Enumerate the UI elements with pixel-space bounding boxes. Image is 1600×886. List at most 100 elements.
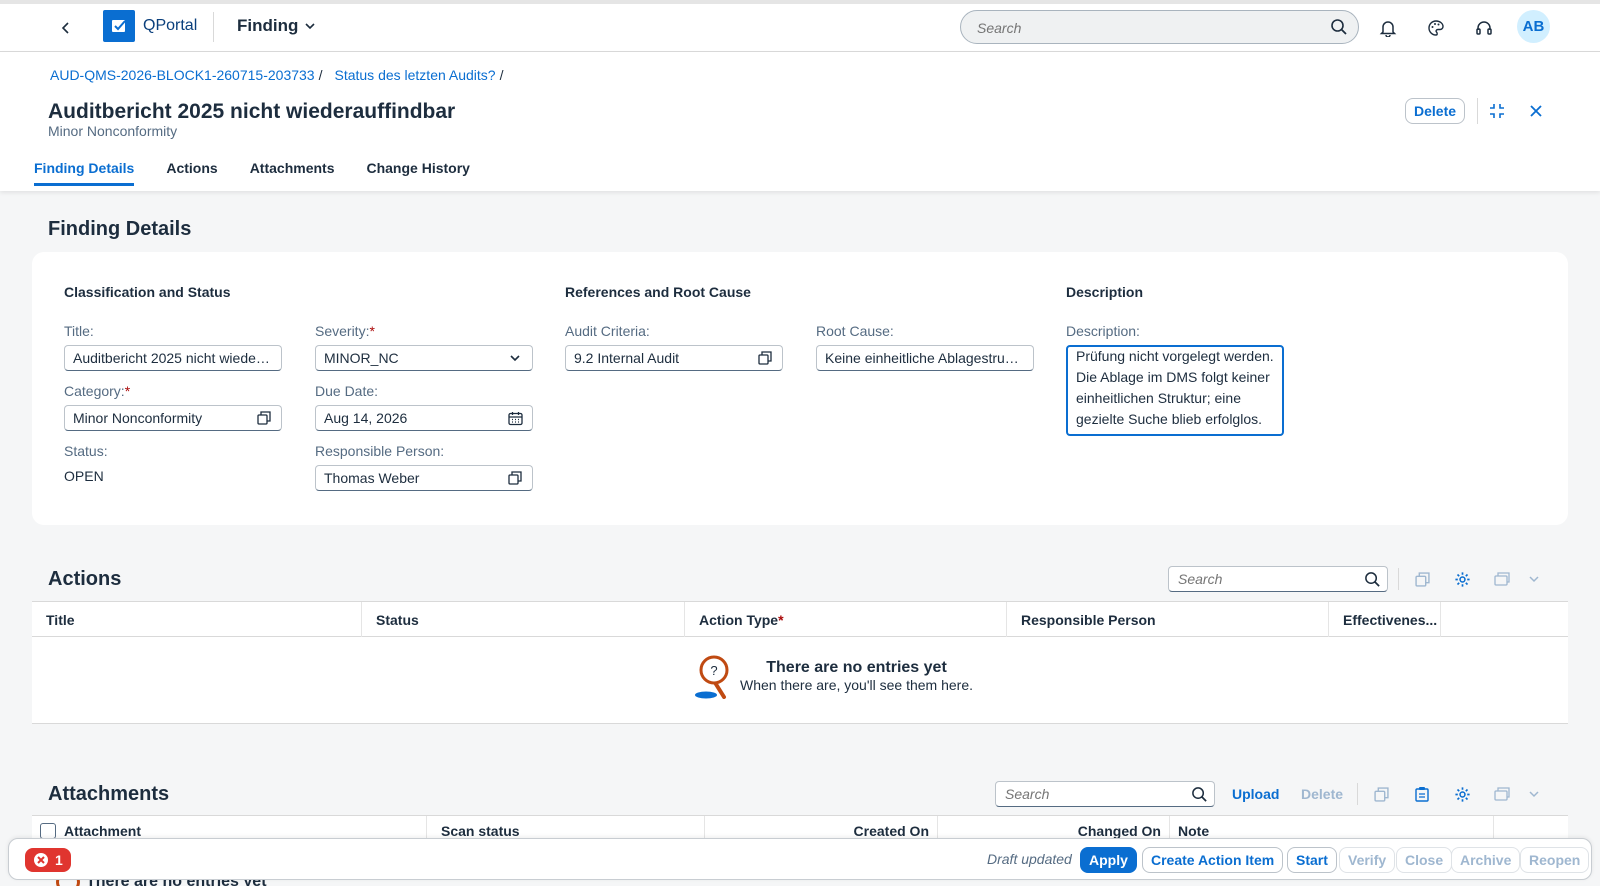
- column-action-type[interactable]: Action Type *: [685, 602, 1007, 638]
- tab-finding-details[interactable]: Finding Details: [34, 160, 135, 186]
- error-icon: [34, 853, 48, 867]
- app-logo[interactable]: [103, 10, 135, 42]
- close-finding-button[interactable]: Close: [1396, 847, 1453, 873]
- description-label: Description:: [1066, 323, 1140, 339]
- actions-table-body: ? There are no entries yet When there ar…: [32, 637, 1568, 724]
- required-marker: *: [124, 383, 131, 399]
- value-help-icon[interactable]: [506, 469, 524, 487]
- actions-title: Actions: [48, 568, 122, 590]
- support-button[interactable]: [1468, 12, 1500, 44]
- toolbar-divider: [1357, 783, 1358, 805]
- description-textarea[interactable]: 2025 konnte während der Prüfung nicht vo…: [1066, 345, 1284, 436]
- search-icon[interactable]: [1364, 571, 1381, 588]
- logo-icon: [112, 20, 126, 32]
- due-date-picker[interactable]: Aug 14, 2026: [315, 405, 533, 431]
- title-value: Auditbericht 2025 nicht wiederauffindbar: [73, 350, 273, 366]
- verify-button[interactable]: Verify: [1339, 847, 1396, 873]
- shell-search: [960, 10, 1359, 44]
- gear-icon: [1454, 571, 1470, 587]
- actions-copy-button[interactable]: [1409, 566, 1435, 592]
- export-icon: [1494, 787, 1510, 801]
- breadcrumb-link-question[interactable]: Status des letzten Audits?: [334, 67, 495, 83]
- references-group-title: References and Root Cause: [565, 284, 751, 300]
- tab-change-history[interactable]: Change History: [366, 160, 469, 186]
- actions-export-menu[interactable]: [1521, 566, 1547, 592]
- responsible-field[interactable]: Thomas Weber: [315, 465, 533, 491]
- attachments-export-button[interactable]: [1489, 781, 1515, 807]
- title-label: Title:: [64, 323, 94, 339]
- header-divider: [1477, 98, 1478, 124]
- error-message-button[interactable]: 1: [25, 848, 71, 872]
- calendar-icon[interactable]: [506, 409, 524, 427]
- column-title[interactable]: Title: [32, 602, 362, 638]
- start-button[interactable]: Start: [1287, 847, 1337, 873]
- palette-icon: [1428, 20, 1444, 36]
- tab-bar: Finding Details Actions Attachments Chan…: [34, 160, 470, 186]
- attachments-search: [995, 781, 1215, 807]
- search-icon[interactable]: [1330, 18, 1348, 36]
- title-field[interactable]: Auditbericht 2025 nicht wiederauffindbar: [64, 345, 282, 371]
- breadcrumb-link-audit[interactable]: AUD-QMS-2026-BLOCK1-260715-203733: [50, 67, 315, 83]
- app-title-menu[interactable]: Finding: [237, 16, 316, 36]
- chevron-down-icon: [1529, 791, 1539, 798]
- exit-fullscreen-icon: [1490, 104, 1504, 118]
- tab-attachments[interactable]: Attachments: [250, 160, 335, 186]
- toolbar-divider: [1398, 568, 1399, 590]
- chevron-left-icon: [61, 22, 69, 34]
- shell-search-input[interactable]: [977, 18, 1307, 38]
- theme-button[interactable]: [1420, 12, 1452, 44]
- select-all-checkbox[interactable]: [40, 823, 56, 839]
- description-group-title: Description: [1066, 284, 1144, 300]
- column-status[interactable]: Status: [362, 602, 685, 638]
- reopen-button[interactable]: Reopen: [1520, 847, 1590, 873]
- empty-title: There are no entries yet: [766, 659, 947, 676]
- breadcrumb-separator: /: [318, 67, 323, 83]
- audit-criteria-field[interactable]: 9.2 Internal Audit: [565, 345, 783, 371]
- back-button[interactable]: [52, 12, 80, 44]
- actions-export-button[interactable]: [1489, 566, 1515, 592]
- create-action-item-button[interactable]: Create Action Item: [1142, 847, 1284, 873]
- app-name[interactable]: QPortal: [143, 17, 197, 35]
- attachments-paste-button[interactable]: [1409, 781, 1435, 807]
- chevron-down-icon[interactable]: [506, 349, 524, 367]
- upload-button[interactable]: Upload: [1232, 786, 1279, 802]
- attachments-delete-button[interactable]: Delete: [1301, 786, 1343, 802]
- category-field[interactable]: Minor Nonconformity: [64, 405, 282, 431]
- attachments-search-input[interactable]: [1005, 786, 1175, 802]
- search-icon[interactable]: [1191, 786, 1208, 803]
- actions-search-input[interactable]: [1178, 571, 1348, 587]
- empty-subtitle: When there are, you'll see them here.: [740, 677, 974, 693]
- actions-table-header: Title Status Action Type * Responsible Pe…: [32, 601, 1568, 638]
- no-entries-illustration-icon: ?: [695, 655, 729, 699]
- value-help-icon[interactable]: [255, 409, 273, 427]
- page-title: Auditbericht 2025 nicht wiederauffindbar: [48, 100, 456, 123]
- column-effectiveness[interactable]: Effectivenes...: [1329, 602, 1441, 638]
- notifications-button[interactable]: [1372, 12, 1404, 44]
- export-icon: [1494, 572, 1510, 586]
- actions-settings-button[interactable]: [1449, 566, 1475, 592]
- tab-actions[interactable]: Actions: [166, 160, 217, 186]
- value-help-icon[interactable]: [756, 349, 774, 367]
- attachments-title: Attachments: [48, 783, 170, 805]
- column-attachment-label: Attachment: [64, 823, 142, 839]
- attachments-copy-button[interactable]: [1368, 781, 1394, 807]
- breadcrumb-separator: /: [499, 67, 504, 83]
- attachments-settings-button[interactable]: [1449, 781, 1475, 807]
- apply-button[interactable]: Apply: [1080, 847, 1137, 873]
- delete-button[interactable]: Delete: [1405, 98, 1466, 124]
- audit-criteria-value: 9.2 Internal Audit: [574, 350, 680, 366]
- attachments-export-menu[interactable]: [1521, 781, 1547, 807]
- column-responsible-person[interactable]: Responsible Person: [1007, 602, 1329, 638]
- severity-select[interactable]: MINOR_NC: [315, 345, 533, 371]
- close-button[interactable]: [1523, 98, 1549, 124]
- root-cause-field[interactable]: Keine einheitliche Ablagestruktur: [816, 345, 1034, 371]
- avatar[interactable]: AB: [1517, 10, 1550, 43]
- actions-search: [1168, 566, 1388, 592]
- shell-bar: QPortal Finding AB: [0, 0, 1600, 52]
- error-count: 1: [55, 852, 63, 868]
- app-title: Finding: [237, 16, 299, 35]
- actions-empty-state: ? There are no entries yet When there ar…: [692, 653, 973, 699]
- archive-button[interactable]: Archive: [1451, 847, 1521, 873]
- exit-fullscreen-button[interactable]: [1484, 98, 1510, 124]
- finding-details-title: Finding Details: [48, 218, 192, 240]
